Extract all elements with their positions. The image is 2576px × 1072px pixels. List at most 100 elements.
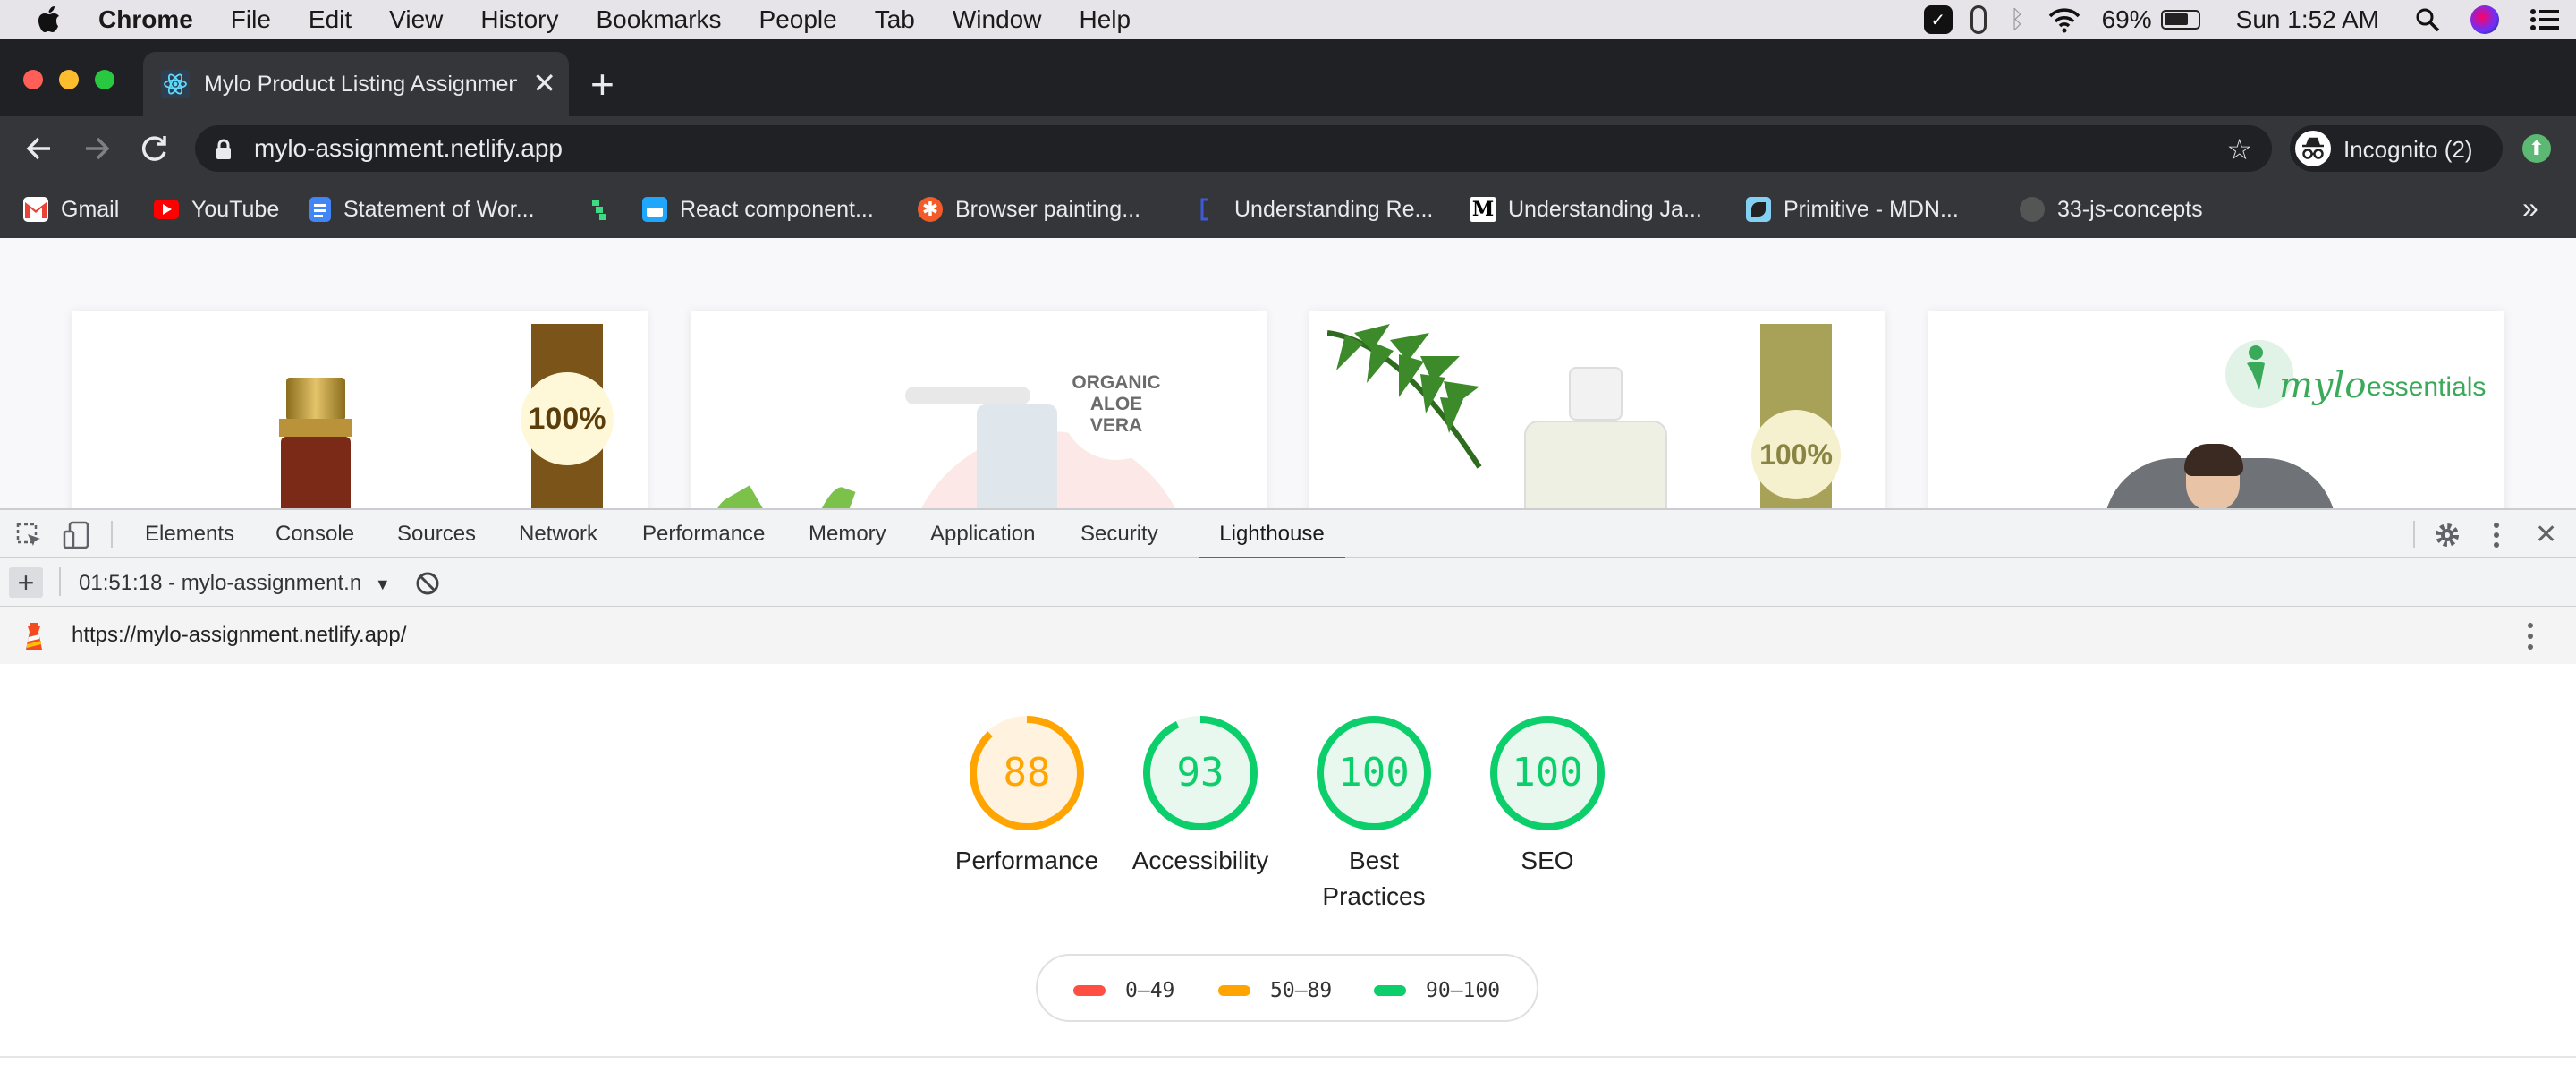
bluetooth-icon[interactable]: ᛒ (2010, 5, 2025, 34)
window-zoom-button[interactable] (95, 70, 114, 89)
report-selector[interactable]: 01:51:18 - mylo-assignment.n ▼ (79, 571, 391, 596)
devtools-tab-security[interactable]: Security (1080, 510, 1158, 558)
product-card[interactable]: 100% (1309, 311, 1885, 508)
gauge-label: Accessibility (1131, 847, 1269, 874)
close-devtools-icon[interactable]: ✕ (2535, 519, 2557, 550)
legend-swatch-red (1073, 985, 1106, 996)
battery-icon[interactable] (2160, 10, 2200, 30)
score-gauge-accessibility[interactable]: 93 Accessibility (1111, 714, 1290, 879)
check-shield-icon[interactable]: ✓ (1923, 5, 1953, 34)
more-options-icon[interactable] (2492, 521, 2501, 549)
bookmark-label: 33-js-concepts (2057, 196, 2203, 222)
bookmark-green-logo[interactable] (587, 193, 624, 225)
bookmark-understanding-ja[interactable]: M Understanding Ja... (1470, 193, 1702, 225)
settings-gear-icon[interactable] (2433, 521, 2462, 549)
apple-icon[interactable] (38, 6, 61, 33)
bookmark-primitive-mdn[interactable]: Primitive - MDN... (1746, 193, 1959, 225)
inspect-element-icon[interactable] (16, 523, 43, 549)
lighthouse-logo-icon (23, 621, 45, 651)
devtools-tab-memory[interactable]: Memory (809, 510, 886, 558)
address-bar[interactable]: mylo-assignment.netlify.app ☆ (195, 125, 2272, 172)
menu-app-name[interactable]: Chrome (98, 5, 193, 34)
report-selector-label: 01:51:18 - mylo-assignment.n (79, 571, 362, 595)
tab-title: Mylo Product Listing Assignment (204, 72, 517, 97)
bookmark-label: React component... (680, 196, 874, 222)
divider (59, 567, 61, 596)
bookmark-understanding-re[interactable]: Understanding Re... (1197, 193, 1433, 225)
bookmark-gmail[interactable]: Gmail (23, 193, 119, 225)
youtube-icon (154, 200, 179, 219)
back-arrow-icon[interactable] (23, 132, 55, 165)
new-tab-button[interactable]: + (590, 59, 614, 109)
bookmark-statement-of-work[interactable]: Statement of Wor... (309, 193, 535, 225)
score-gauge-seo[interactable]: 100 SEO (1458, 714, 1637, 879)
product-card[interactable]: 100% (72, 311, 648, 508)
report-url-bar: https://mylo-assignment.netlify.app/ (0, 607, 2576, 664)
menu-help[interactable]: Help (1079, 5, 1131, 34)
menu-people[interactable]: People (759, 5, 837, 34)
window-minimize-button[interactable] (59, 70, 79, 89)
battery-percent[interactable]: 69% (2102, 5, 2152, 34)
spotlight-search-icon[interactable] (2415, 7, 2440, 32)
wifi-icon[interactable] (2046, 6, 2082, 33)
bookmark-label: Primitive - MDN... (1784, 196, 1959, 222)
window-close-button[interactable] (23, 70, 43, 89)
menu-window[interactable]: Window (953, 5, 1042, 34)
gauge-label: Best Practices (1322, 847, 1426, 910)
device-toolbar-icon[interactable] (63, 521, 91, 549)
page-content: 100% ORGANIC ALOE VERA 100% mylo essenti… (0, 238, 2576, 508)
menu-file[interactable]: File (231, 5, 271, 34)
clear-all-icon[interactable] (415, 571, 440, 596)
bookmark-star-icon[interactable]: ☆ (2226, 132, 2252, 166)
reload-icon[interactable] (138, 132, 170, 165)
new-report-button[interactable]: + (9, 566, 43, 599)
product-card[interactable]: mylo essentials (1928, 311, 2504, 508)
legend-range: 50–89 (1270, 979, 1333, 1002)
legend-range: 0–49 (1125, 979, 1175, 1002)
report-menu-icon[interactable] (2526, 621, 2535, 651)
legend-swatch-orange (1218, 985, 1250, 996)
incognito-profile-button[interactable]: Incognito (2) (2290, 125, 2503, 172)
orange-asterisk-icon: ✱ (918, 197, 943, 222)
mylo-logo-text: mylo (2279, 365, 2367, 406)
react-favicon-icon (161, 70, 190, 98)
url-text[interactable]: mylo-assignment.netlify.app (254, 134, 563, 163)
green-logo-icon (587, 197, 612, 222)
divider (0, 1056, 2576, 1058)
github-icon (2020, 197, 2045, 222)
report-url[interactable]: https://mylo-assignment.netlify.app/ (72, 623, 406, 648)
update-available-icon[interactable]: ⬆ (2522, 134, 2551, 163)
siri-icon[interactable] (2470, 5, 2499, 34)
menu-edit[interactable]: Edit (309, 5, 352, 34)
notification-center-icon[interactable] (2529, 8, 2560, 31)
menu-view[interactable]: View (389, 5, 443, 34)
forward-arrow-icon[interactable] (80, 132, 113, 165)
menubar-clock[interactable]: Sun 1:52 AM (2236, 5, 2379, 34)
score-gauge-best-practices[interactable]: 100 Best Practices (1284, 714, 1463, 915)
menu-tab[interactable]: Tab (875, 5, 915, 34)
menu-history[interactable]: History (480, 5, 558, 34)
devtools-tabbar: Elements Console Sources Network Perform… (0, 508, 2576, 560)
paperclip-icon[interactable] (1970, 5, 1987, 34)
devtools-tab-performance[interactable]: Performance (642, 510, 765, 558)
devtools-tab-console[interactable]: Console (275, 510, 354, 558)
bookmark-react-component[interactable]: React component... (642, 193, 874, 225)
storybook-icon (642, 197, 667, 222)
tab-close-icon[interactable]: ✕ (532, 66, 556, 100)
essentials-text: essentials (2367, 372, 2487, 402)
score-gauge-performance[interactable]: 88 Performance (937, 714, 1116, 879)
devtools-tab-elements[interactable]: Elements (145, 510, 234, 558)
bookmark-browser-painting[interactable]: ✱ Browser painting... (918, 193, 1140, 225)
browser-tab-active[interactable]: Mylo Product Listing Assignment ✕ (143, 52, 569, 116)
bookmark-33-js-concepts[interactable]: 33-js-concepts (2020, 193, 2203, 225)
menu-bookmarks[interactable]: Bookmarks (596, 5, 721, 34)
legend-item-average: 50–89 (1218, 979, 1332, 1002)
devtools-tab-application[interactable]: Application (930, 510, 1035, 558)
product-card[interactable]: ORGANIC ALOE VERA (691, 311, 1267, 508)
devtools-tab-sources[interactable]: Sources (397, 510, 476, 558)
bookmarks-overflow-button[interactable]: » (2522, 191, 2538, 225)
devtools-tab-network[interactable]: Network (519, 510, 597, 558)
medium-icon: M (1470, 197, 1496, 222)
devtools-tab-lighthouse[interactable]: Lighthouse (1199, 510, 1345, 560)
bookmark-youtube[interactable]: YouTube (154, 193, 279, 225)
